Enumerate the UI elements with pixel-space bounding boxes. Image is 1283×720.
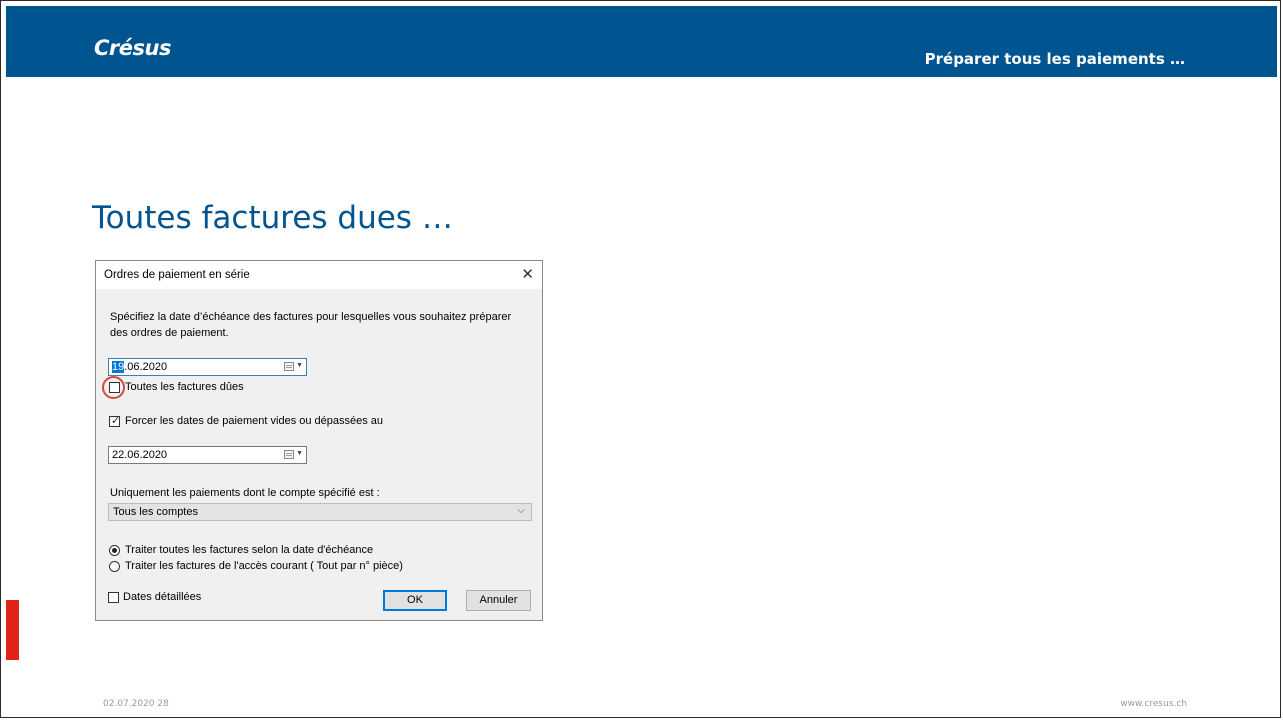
- calendar-icon[interactable]: [284, 450, 294, 459]
- dialog-intro: Spécifiez la date d’échéance des facture…: [110, 309, 520, 341]
- payment-orders-dialog: Ordres de paiement en série ✕ Spécifiez …: [95, 260, 543, 621]
- radio-due-date[interactable]: [109, 545, 120, 556]
- dialog-title: Ordres de paiement en série: [104, 269, 250, 281]
- cresus-logo: Crésus: [94, 36, 171, 60]
- detailed-dates-label: Dates détaillées: [123, 591, 202, 603]
- highlight-circle: [102, 376, 125, 399]
- chevron-down-icon: ⌵: [517, 505, 525, 516]
- header-bar: Crésus Préparer tous les paiements …: [6, 6, 1277, 77]
- force-dates-checkbox[interactable]: ✓: [109, 415, 121, 427]
- forced-date-field[interactable]: 22.06.2020 ▼: [108, 446, 307, 464]
- due-date-selected-day: 19: [112, 361, 125, 373]
- chevron-down-icon[interactable]: ▼: [296, 450, 303, 457]
- calendar-icon[interactable]: [284, 362, 294, 371]
- header-title: Préparer tous les paiements …: [924, 50, 1185, 68]
- account-filter-label: Uniquement les paiements dont le compte …: [110, 487, 380, 499]
- slide-title: Toutes factures dues …: [92, 200, 453, 236]
- ok-button[interactable]: OK: [383, 590, 447, 611]
- due-date-value: 19.06.2020: [112, 361, 167, 373]
- dialog-intro-line-1: Spécifiez la date d’échéance des facture…: [110, 311, 512, 323]
- close-icon[interactable]: ✕: [521, 265, 534, 283]
- radio-current-access-label: Traiter les factures de l'accès courant …: [125, 560, 403, 572]
- due-date-field[interactable]: 19.06.2020 ▼: [108, 358, 307, 376]
- due-date-rest: .06.2020: [124, 361, 168, 373]
- forced-date-value: 22.06.2020: [112, 449, 168, 461]
- checkmark-icon: ✓: [111, 415, 121, 427]
- footer-date-page: 02.07.2020 28: [103, 699, 169, 709]
- radio-current-access[interactable]: [109, 561, 120, 572]
- account-select-value: Tous les comptes: [113, 506, 198, 518]
- chevron-down-icon[interactable]: ▼: [296, 362, 303, 369]
- detailed-dates-checkbox[interactable]: [108, 592, 119, 603]
- radio-due-date-label: Traiter toutes les factures selon la dat…: [125, 544, 374, 556]
- account-select[interactable]: Tous les comptes ⌵: [108, 503, 532, 521]
- all-due-invoices-label: Toutes les factures dûes: [125, 381, 244, 393]
- dialog-intro-line-2: des ordres de paiement.: [110, 327, 229, 339]
- accent-bar: [6, 600, 19, 660]
- footer-url: www.cresus.ch: [1120, 699, 1187, 709]
- cancel-button[interactable]: Annuler: [466, 590, 531, 611]
- dialog-titlebar: Ordres de paiement en série ✕: [96, 261, 542, 289]
- force-dates-label: Forcer les dates de paiement vides ou dé…: [125, 415, 384, 427]
